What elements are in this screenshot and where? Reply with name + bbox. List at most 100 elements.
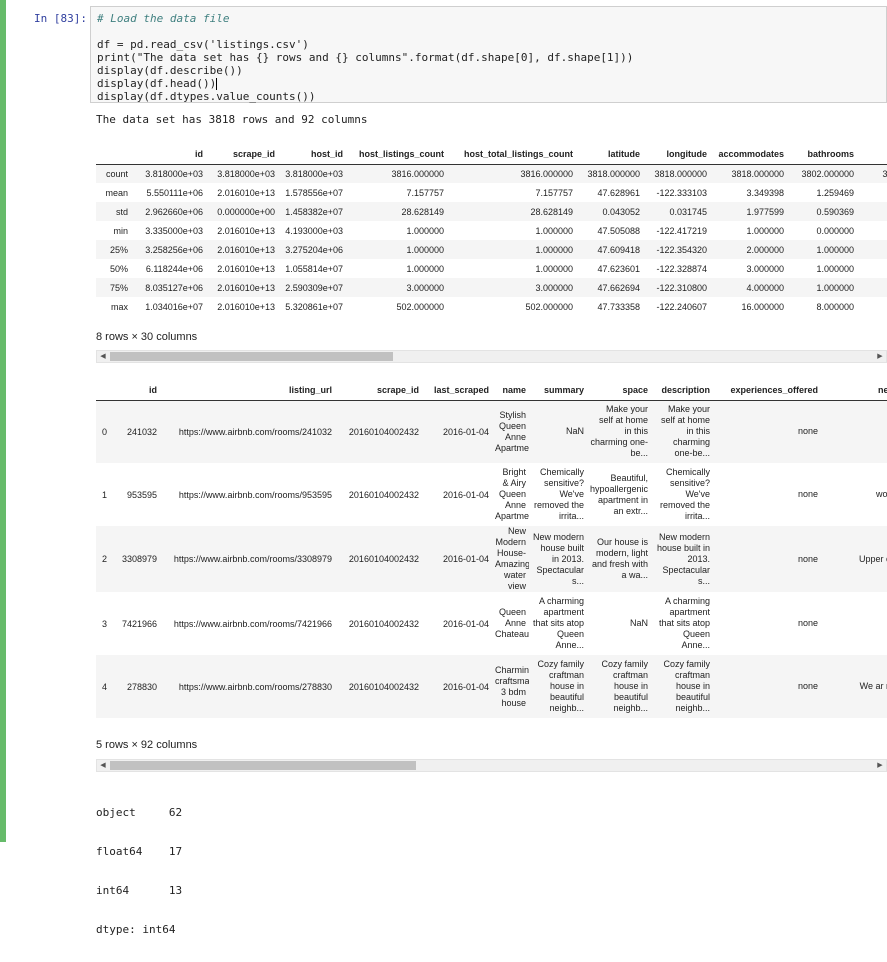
table-cell: 2.016010e+13 — [217, 301, 275, 312]
table-cell: none — [797, 426, 818, 437]
table-cell: https://www.airbnb.com/rooms/3308979 — [173, 554, 332, 564]
table-cell: 47.623601 — [597, 263, 640, 274]
table-cell: NaN — [565, 426, 584, 437]
print-output: The data set has 3818 rows and 92 column… — [96, 113, 368, 126]
cell-prompt: In [83]: — [34, 12, 87, 25]
head-scrollbar[interactable]: ◀ ▶ — [96, 759, 887, 772]
describe-table: id scrape_id host_id host_listings_count hos… — [96, 145, 887, 316]
table-row: std 2.962660e+06 0.000000e+00 1.458382e+07 2… — [96, 202, 887, 221]
column-header: experiences_offered — [730, 384, 818, 395]
table-cell: 28.628149 — [530, 206, 573, 217]
table-cell: 3818.000000 — [731, 168, 784, 179]
table-row: count 3.818000e+03 3.818000e+03 3.818000e+0… — [96, 164, 887, 183]
table-cell: 2016-01-04 — [442, 618, 489, 629]
table-cell: 1.000000 — [816, 263, 854, 274]
table-cell: -122.333103 — [656, 187, 707, 198]
dtypes-line: object 62 — [96, 806, 183, 819]
column-header: id — [195, 149, 203, 160]
column-header: bathrooms — [807, 149, 854, 160]
table-cell: 3.349398 — [746, 187, 784, 198]
table-cell — [821, 400, 887, 463]
table-cell: Beautiful, hypoallergenic apartment in a… — [590, 472, 649, 516]
table-cell: 7.157757 — [535, 187, 573, 198]
table-cell: Chemically sensitive? We've removed the … — [533, 467, 584, 521]
table-cell: Bright & Airy Queen Anne Apartment — [495, 467, 529, 521]
table-cell: 5.550111e+06 — [146, 187, 203, 198]
table-cell: 1.034016e+07 — [145, 301, 203, 312]
table-cell: 7.0( — [857, 297, 887, 316]
notebook-code-cell[interactable]: In [83]: # Load the data file df = pd.rea… — [0, 0, 887, 936]
scroll-right-arrow-icon[interactable]: ▶ — [874, 760, 886, 771]
table-row: 75% 8.035127e+06 2.016010e+13 2.590309e+07 3… — [96, 278, 887, 297]
column-header: host_total_listings_count — [463, 149, 573, 160]
table-cell: 2.016010e+13 — [217, 282, 275, 293]
column-header: description — [661, 384, 710, 395]
table-cell: none — [797, 553, 818, 564]
dtypes-output: object 62 float64 17 int64 13 dtype: int… — [96, 780, 182, 962]
column-header: longitude — [666, 149, 708, 160]
table-cell: 502.000000 — [396, 301, 444, 312]
table-cell: 1.0( — [857, 240, 887, 259]
column-header: summary — [543, 384, 584, 395]
table-row: 2 3308979 https://www.airbnb.com/rooms/330… — [96, 526, 887, 592]
table-cell: 0.031745 — [669, 206, 707, 217]
table-cell: 47.662694 — [597, 282, 640, 293]
table-cell: Upper charmi — [858, 553, 887, 564]
scroll-thumb[interactable] — [110, 352, 393, 361]
column-header: id — [149, 384, 157, 395]
table-cell: 2016-01-04 — [442, 554, 489, 564]
code-line-3: print("The data set has {} rows and {} c… — [97, 51, 634, 64]
table-cell: New modern house built in 2013. Spectacu… — [656, 531, 710, 586]
column-header: neighbo — [878, 384, 887, 395]
row-index: count — [105, 168, 128, 179]
table-cell: 3802.000000 — [801, 168, 854, 179]
table-cell: 1.000000 — [535, 263, 573, 274]
table-cell: 3.818000e+03 — [145, 168, 203, 179]
row-index: 4 — [101, 681, 107, 692]
table-cell: 7421966 — [121, 618, 157, 629]
table-cell: https://www.airbnb.com/rooms/241032 — [178, 426, 332, 437]
code-editor[interactable]: # Load the data file df = pd.read_csv('li… — [90, 6, 887, 103]
table-cell: 20160104002432 — [348, 681, 419, 692]
table-cell: 1.259469 — [816, 187, 854, 198]
code-line-0: # Load the data file — [97, 12, 230, 25]
table-cell: 20160104002432 — [348, 426, 419, 437]
table-cell: 5.320861e+07 — [285, 301, 343, 312]
scroll-thumb[interactable] — [110, 761, 416, 770]
table-cell: 2016-01-04 — [442, 489, 489, 500]
scroll-left-arrow-icon[interactable]: ◀ — [97, 351, 109, 362]
table-cell — [821, 592, 887, 655]
table-cell: A charming apartment that sits atop Quee… — [532, 596, 584, 650]
table-cell: -122.417219 — [656, 225, 707, 236]
table-cell: 1.000000 — [746, 225, 784, 236]
column-header: latitude — [607, 149, 640, 160]
table-cell: 3308979 — [121, 554, 157, 564]
table-cell: New Modern House-Amazing water view — [495, 526, 529, 591]
table-cell: 8.035127e+06 — [145, 282, 203, 293]
table-cell: 0.0( — [857, 221, 887, 240]
scroll-left-arrow-icon[interactable]: ◀ — [97, 760, 109, 771]
scroll-right-arrow-icon[interactable]: ▶ — [874, 351, 886, 362]
table-row: min 3.335000e+03 2.016010e+13 4.193000e+03 1… — [96, 221, 887, 240]
column-header — [96, 145, 131, 164]
table-cell: Our house is modern, light and fresh wit… — [591, 537, 648, 580]
table-cell: -122.354320 — [656, 244, 707, 255]
table-cell: 4.193000e+03 — [285, 225, 343, 236]
table-cell: 16.000000 — [741, 301, 784, 312]
table-cell: Cozy family craftman house in beautiful … — [537, 659, 584, 713]
table-cell: 8.000000 — [816, 301, 854, 312]
table-cell: 0.000000e+00 — [217, 206, 275, 217]
describe-table-container: id scrape_id host_id host_listings_count hos… — [96, 145, 887, 320]
code-line-5: display(df.head()) — [97, 77, 217, 90]
table-cell: 0.000000 — [816, 225, 854, 236]
table-cell: 0.8( — [857, 202, 887, 221]
table-cell: 1.055814e+07 — [285, 263, 343, 274]
table-cell: 2016-01-04 — [442, 426, 489, 437]
table-cell: Chemically sensitive? We've removed the … — [659, 467, 710, 521]
table-cell: 28.628149 — [401, 206, 444, 217]
column-header: bedr — [857, 145, 887, 164]
describe-scrollbar[interactable]: ◀ ▶ — [96, 350, 887, 363]
table-cell: 3818.000000 — [587, 168, 640, 179]
table-cell: none — [797, 489, 818, 499]
table-cell: 3818.000000 — [654, 168, 707, 179]
